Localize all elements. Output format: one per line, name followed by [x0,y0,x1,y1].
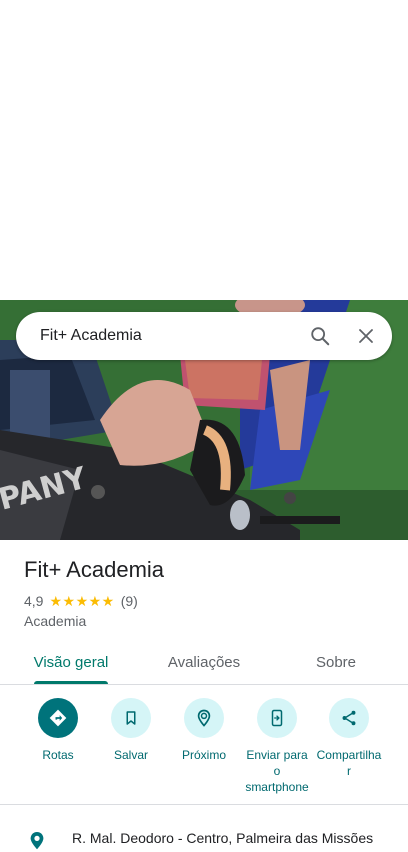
rating-row[interactable]: 4,9 ★★★★★ (9) [24,592,138,610]
tab-overview[interactable]: Visão geral [21,640,121,684]
bookmark-icon [126,711,136,725]
review-count: (9) [120,593,138,609]
close-icon [359,329,373,343]
nearby-icon [197,709,211,727]
share-label: Compartilha r [316,748,382,778]
search-input[interactable]: Fit+ Academia [40,327,300,345]
directions-label: Rotas [42,748,74,762]
save-label: Salvar [113,748,148,762]
search-bar[interactable]: Fit+ Academia [16,312,392,360]
close-button[interactable] [346,316,386,356]
tab-about[interactable]: Sobre [286,640,386,684]
save-button[interactable]: Salvar [94,698,168,763]
address-text: R. Mal. Deodoro - Centro, Palmeira das M… [72,830,374,846]
share-button[interactable]: Compartilha r [312,698,386,779]
nearby-label: Próximo [181,748,226,762]
tab-bar: Visão geral Avaliações Sobre [0,640,408,685]
search-icon [311,327,330,346]
send-to-phone-label: Enviar para o smartphone [245,748,309,794]
directions-icon [49,709,67,727]
map-area-blank [0,0,408,300]
send-to-phone-icon [271,709,283,727]
active-tab-indicator [34,681,108,684]
send-to-phone-button[interactable]: Enviar para o smartphone [240,698,314,795]
tab-reviews[interactable]: Avaliações [154,640,254,684]
place-title: Fit+ Academia [24,557,165,582]
search-button[interactable] [300,316,340,356]
directions-button[interactable]: Rotas [21,698,95,763]
address-row[interactable]: R. Mal. Deodoro - Centro, Palmeira das M… [0,822,408,852]
rating-value: 4,9 [24,593,44,609]
nearby-button[interactable]: Próximo [167,698,241,763]
rating-stars: ★★★★★ [49,592,115,609]
location-pin-icon [30,832,44,850]
share-icon [342,710,356,726]
section-divider [0,804,408,805]
place-category[interactable]: Academia [24,613,86,629]
